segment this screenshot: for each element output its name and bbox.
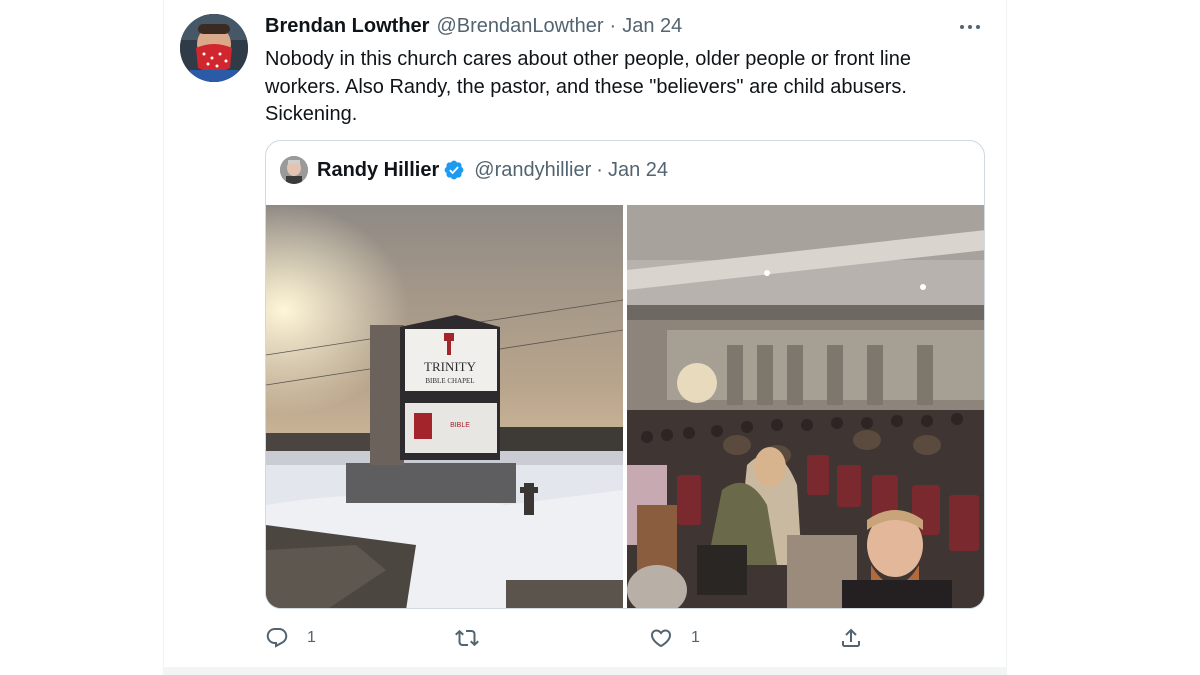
tweet-header: Brendan Lowther @BrendanLowther · Jan 24 <box>265 15 682 41</box>
share-icon <box>839 626 863 650</box>
author-name[interactable]: Brendan Lowther <box>265 15 429 38</box>
reply-count: 1 <box>307 629 316 646</box>
quoted-author-name: Randy Hillier <box>317 158 440 181</box>
reply-button[interactable]: 1 <box>265 620 316 656</box>
more-dot-icon <box>976 25 980 29</box>
more-dot-icon <box>960 25 964 29</box>
tweet-date[interactable]: Jan 24 <box>622 15 682 38</box>
church-sign-photo[interactable]: TRINITY BIBLE CHAPEL BIBLE <box>266 205 623 608</box>
reply-icon <box>265 626 289 650</box>
like-icon <box>649 626 673 650</box>
quoted-author-avatar <box>280 156 308 184</box>
retweet-button[interactable] <box>455 620 497 656</box>
more-options-button[interactable] <box>955 14 985 40</box>
share-button[interactable] <box>839 620 863 656</box>
tweet-text: Nobody in this church cares about other … <box>265 48 911 125</box>
sign-lower-text: BIBLE <box>450 422 470 429</box>
sign-title: TRINITY <box>424 359 477 374</box>
separator-dot: · <box>609 15 617 37</box>
verified-badge-icon <box>443 159 465 181</box>
divider <box>163 667 1007 675</box>
separator-dot: · <box>596 158 603 181</box>
quoted-tweet[interactable]: Randy Hillier @randyhillier · Jan 24 TRI… <box>265 140 985 609</box>
retweet-icon <box>455 626 479 650</box>
quoted-author-handle: @randyhillier <box>474 158 592 181</box>
congregation-photo[interactable] <box>627 205 984 608</box>
quoted-tweet-date: Jan 24 <box>607 158 669 181</box>
like-button[interactable]: 1 <box>649 620 700 656</box>
author-handle[interactable]: @BrendanLowther <box>436 15 603 38</box>
author-avatar[interactable] <box>180 14 248 82</box>
sign-subtitle: BIBLE CHAPEL <box>425 377 474 385</box>
more-dot-icon <box>968 25 972 29</box>
tweet-actions: 1 1 <box>265 620 985 656</box>
like-count: 1 <box>691 629 700 646</box>
quoted-tweet-header: Randy Hillier @randyhillier · Jan 24 <box>280 155 668 185</box>
